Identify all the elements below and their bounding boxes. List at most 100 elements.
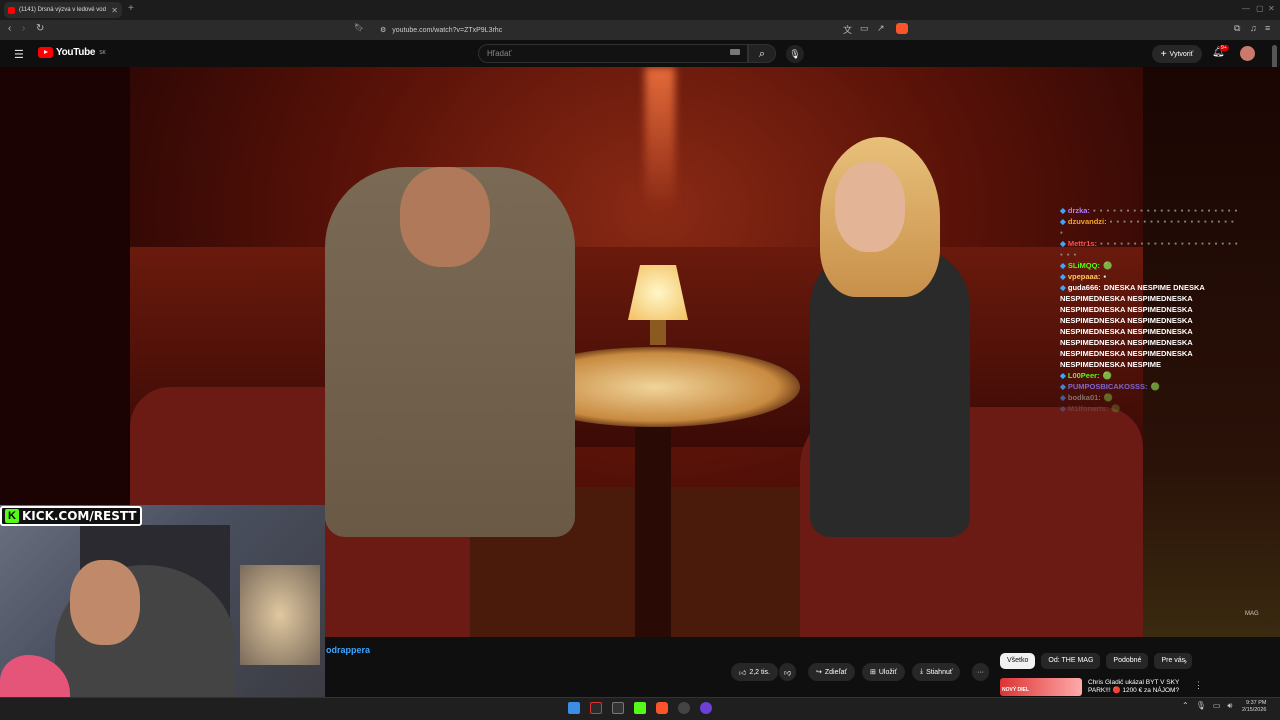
share-button[interactable]: ↪ Zdieľať — [808, 663, 856, 681]
media-icon[interactable]: ♫ — [1250, 23, 1257, 33]
back-icon[interactable]: ‹ — [8, 23, 11, 34]
new-tab-button[interactable]: + — [128, 3, 134, 14]
filter-chip[interactable]: Od: THE MAG — [1041, 653, 1101, 669]
chat-text: DNESKA NESPIME DNESKA NESPIMEDNESKA NESP… — [1060, 283, 1205, 369]
chat-message: ◆ L00Peer: 🟢 — [1060, 370, 1240, 381]
tab-title: (1141) Drsná výzva v ledové vod — [19, 7, 106, 13]
url-field[interactable]: ⚙︎ youtube.com/watch?v=ZTxP9L3rhc — [372, 22, 912, 38]
like-button[interactable]: 👍︎ 2,2 tis. — [731, 663, 778, 681]
chat-message: ◆ PUMPOSBICAKOSSS: 🟢 — [1060, 381, 1240, 392]
bookmark-icon[interactable]: 🔖︎ — [354, 23, 364, 32]
chat-message: ◆ dzuvandzi: ▪ ▪ ▪ ▪ ▪ ▪ ▪ ▪ ▪ ▪ ▪ ▪ ▪ ▪ … — [1060, 216, 1240, 238]
stream-chat-overlay: ◆ drzka: ▪ ▪ ▪ ▪ ▪ ▪ ▪ ▪ ▪ ▪ ▪ ▪ ▪ ▪ ▪ ▪ … — [1060, 205, 1240, 414]
filter-chip[interactable]: Všetko — [1000, 653, 1036, 669]
taskbar-clock[interactable]: 9:37 PM 2/15/2026 — [1242, 700, 1266, 714]
download-button[interactable]: ⤓ Stiahnuť — [912, 663, 961, 681]
minimize-icon[interactable]: — — [1242, 4, 1250, 13]
thumbs-down-icon: 👎︎ — [784, 669, 792, 677]
search-button[interactable]: ⌕ — [748, 44, 776, 63]
more-actions-button[interactable]: ··· — [972, 663, 989, 681]
video-scene-table-leg — [635, 427, 671, 637]
chat-username: L00Peer: — [1067, 371, 1100, 380]
hamburger-menu-icon[interactable]: ☰ — [14, 48, 24, 61]
chat-message: ◆ guda666: DNESKA NESPIME DNESKA NESPIMED… — [1060, 282, 1240, 370]
chat-message: ◆ vpepaaa: ▪ — [1060, 271, 1240, 282]
video-scene-woman-face — [835, 162, 905, 252]
taskbar-app2-icon[interactable] — [700, 702, 712, 714]
chat-username: M1lfonarts: — [1067, 404, 1109, 413]
kick-logo-icon: K — [5, 509, 19, 523]
chat-message: ◆ M1lfonarts: 🟢 — [1060, 403, 1240, 414]
search-input[interactable]: Hľadať — [478, 44, 748, 63]
site-info-icon[interactable]: ⚙︎ — [380, 26, 386, 34]
channel-link[interactable]: odrappera — [326, 645, 370, 655]
chat-text: ▪ — [1103, 272, 1107, 281]
youtube-favicon-icon — [8, 6, 15, 14]
video-scene-lamp-base — [650, 320, 666, 345]
chat-username: drzka: — [1067, 206, 1090, 215]
taskbar-kick-icon[interactable] — [634, 702, 646, 714]
chat-message: ◆ SLiMQQ: 🟢 — [1060, 260, 1240, 271]
video-watermark: MAG — [1245, 611, 1259, 617]
youtube-logo-text: YouTube — [56, 47, 96, 58]
search-icon: ⌕ — [758, 48, 766, 60]
dislike-button[interactable]: 👎︎ — [779, 663, 797, 681]
translate-icon[interactable]: 文 — [843, 23, 852, 36]
chat-username: SLiMQQ: — [1067, 261, 1100, 270]
taskbar-app-icon[interactable] — [590, 702, 602, 714]
chat-username: dzuvandzi: — [1067, 217, 1107, 226]
system-tray: ⌃ 🎙︎ ▭ 🔊︎ — [1182, 701, 1232, 711]
chat-username: Mettr1s: — [1067, 239, 1098, 248]
chevron-right-icon[interactable]: › — [1184, 656, 1187, 666]
tab-close-icon[interactable]: ✕ — [111, 6, 118, 15]
tray-mic-icon[interactable]: 🎙︎ — [1196, 701, 1206, 711]
more-icon: ··· — [977, 668, 984, 676]
chat-message: ◆ drzka: ▪ ▪ ▪ ▪ ▪ ▪ ▪ ▪ ▪ ▪ ▪ ▪ ▪ ▪ ▪ ▪ … — [1060, 205, 1240, 216]
chat-badge-icon: ◆ — [1060, 393, 1068, 402]
save-button[interactable]: ⊞ Uložiť — [862, 663, 906, 681]
forward-icon[interactable]: › — [22, 23, 25, 34]
voice-search-button[interactable]: 🎙︎ — [786, 45, 804, 63]
tray-chevron-icon[interactable]: ⌃ — [1182, 701, 1189, 711]
chat-badge-icon: ◆ — [1060, 371, 1068, 380]
keyboard-icon[interactable] — [730, 49, 740, 55]
share-page-icon[interactable]: ↗ — [877, 23, 885, 34]
chat-badge-icon: ◆ — [1060, 382, 1068, 391]
user-avatar[interactable] — [1240, 46, 1255, 61]
chat-badge-icon: ◆ — [1060, 261, 1068, 270]
recommended-video-title[interactable]: Chris Gladič ukázal BYT V SKY PARK!!! 🔴 … — [1088, 679, 1188, 695]
new-episode-badge: NOVÝ DIEL — [1002, 687, 1029, 693]
create-button[interactable]: + Vytvoriť — [1152, 45, 1202, 63]
taskbar-brave-icon[interactable] — [656, 702, 668, 714]
download-icon: ⤓ — [920, 668, 924, 675]
extensions-icon[interactable]: ⧉ — [1234, 23, 1240, 34]
recommended-more-icon[interactable]: ⋮ — [1194, 680, 1203, 691]
download-label: Stiahnuť — [926, 668, 953, 676]
chat-badge-icon: ◆ — [1060, 272, 1068, 281]
youtube-logo[interactable]: YouTube SK — [38, 47, 106, 58]
chat-badge-icon: ◆ — [1060, 206, 1068, 215]
start-menu-icon[interactable] — [568, 702, 580, 714]
chat-username: PUMPOSBICAKOSSS: — [1067, 382, 1148, 391]
kick-channel-banner: K KICK.COM/RESTT — [0, 506, 142, 526]
brave-shield-icon[interactable] — [896, 23, 908, 34]
chat-text: 🟢 — [1150, 382, 1160, 391]
kick-url-text: KICK.COM/RESTT — [22, 509, 137, 523]
save-label: Uložiť — [878, 668, 898, 676]
cast-icon[interactable]: ▭ — [860, 23, 869, 34]
chat-username: vpepaaa: — [1067, 272, 1101, 281]
reload-icon[interactable]: ↻ — [36, 23, 44, 34]
maximize-icon[interactable]: ▢ — [1256, 4, 1264, 13]
tray-network-icon[interactable]: ▭ — [1213, 701, 1221, 711]
taskbar-settings-icon[interactable] — [678, 702, 690, 714]
browser-menu-icon[interactable]: ≡ — [1265, 23, 1270, 33]
tray-volume-icon[interactable]: 🔊︎ — [1227, 701, 1232, 711]
browser-tab[interactable]: (1141) Drsná výzva v ledové vod ✕ — [4, 2, 122, 18]
chat-badge-icon: ◆ — [1060, 239, 1068, 248]
filter-chip[interactable]: Podobné — [1106, 653, 1149, 669]
chat-text: 🟢 — [1103, 393, 1114, 402]
chat-badge-icon: ◆ — [1060, 283, 1068, 292]
recommended-video-thumbnail[interactable]: NOVÝ DIEL — [1000, 678, 1082, 696]
taskbar-terminal-icon[interactable] — [612, 702, 624, 714]
close-window-icon[interactable]: ✕ — [1268, 4, 1275, 13]
